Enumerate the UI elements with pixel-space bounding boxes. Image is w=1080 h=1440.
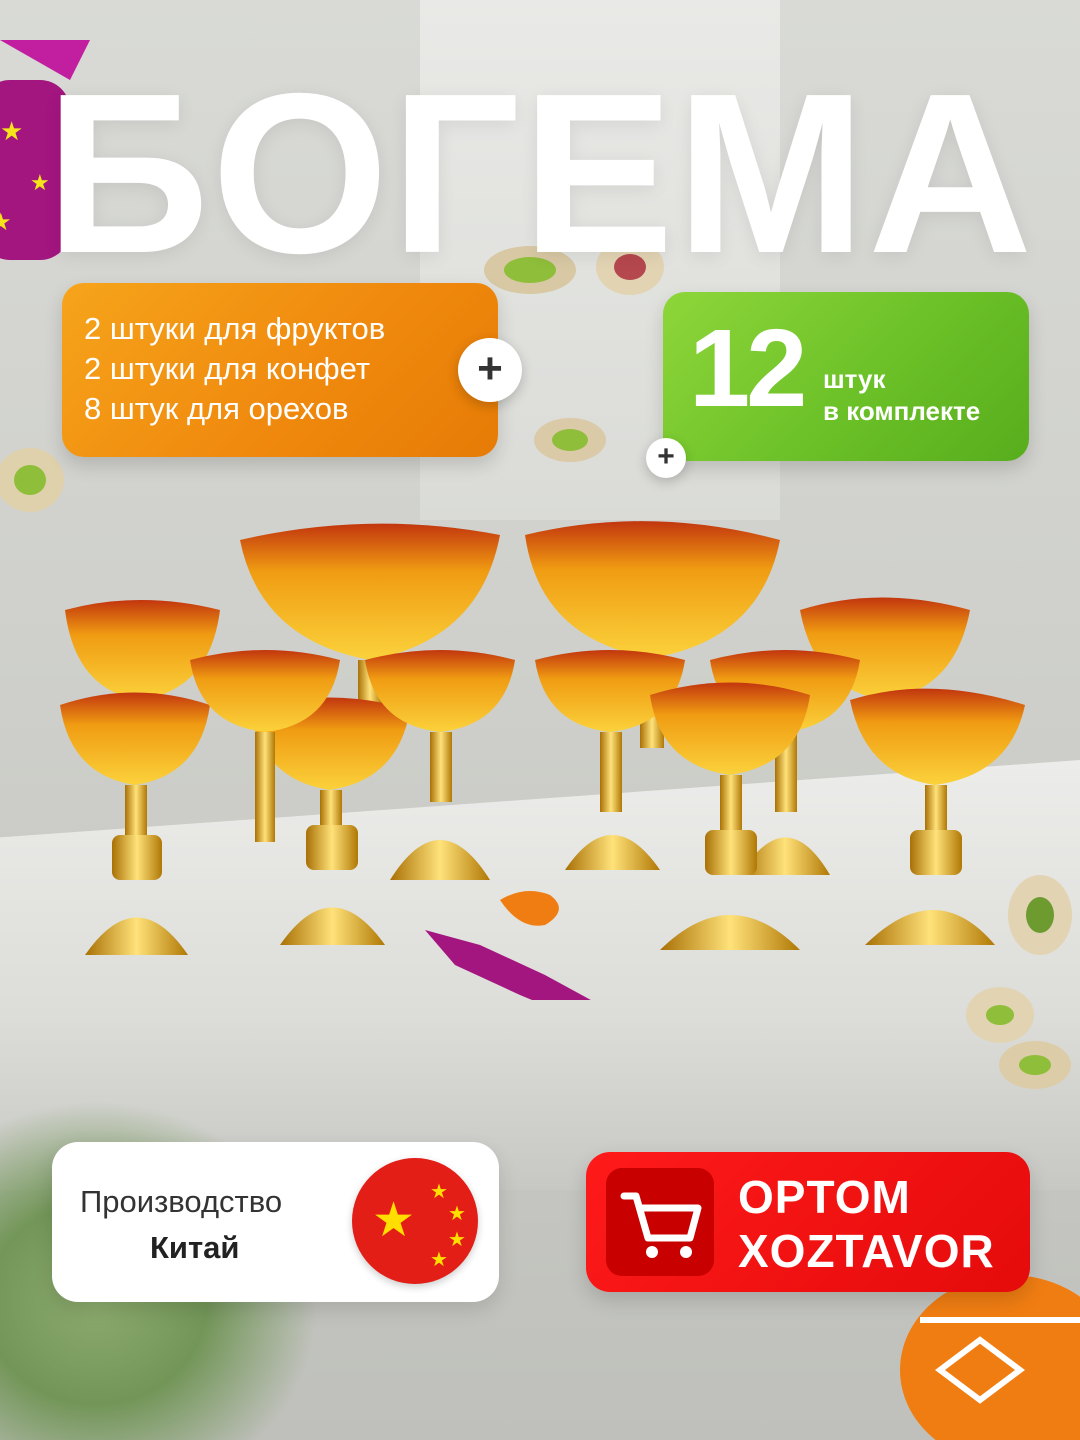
set-count-number: 12 <box>689 307 807 430</box>
contents-line-nuts: 8 штук для орехов <box>84 391 349 426</box>
set-contents-box: 2 штуки для фруктов 2 штуки для конфет 8… <box>62 283 498 457</box>
svg-text:★: ★ <box>448 1229 466 1251</box>
shopping-cart-icon <box>606 1168 714 1276</box>
product-title: БОГЕМА <box>45 47 1035 301</box>
small-bowl <box>850 688 1025 945</box>
small-bowl <box>365 650 515 880</box>
golden-bowl-set-image <box>60 521 1025 1000</box>
candy-orange <box>500 891 559 926</box>
svg-text:★: ★ <box>430 1249 448 1271</box>
seller-badge[interactable]: OPTOM XOZTAVOR <box>586 1152 1030 1292</box>
set-count-box: 12 штук в комплекте <box>663 292 1029 461</box>
pistachio-icon <box>534 418 606 462</box>
svg-text:★: ★ <box>372 1194 415 1247</box>
small-bowl <box>60 692 210 955</box>
contents-line-candies: 2 штуки для конфет <box>84 351 371 386</box>
set-count-unit: штук <box>823 364 886 394</box>
svg-text:★: ★ <box>448 1203 466 1225</box>
seller-name-line2: XOZTAVOR <box>738 1225 995 1277</box>
contents-line-fruits: 2 штуки для фруктов <box>84 311 386 346</box>
candy-purple <box>425 930 591 1000</box>
small-bowl <box>650 682 810 950</box>
set-count-caption: в комплекте <box>823 396 981 426</box>
pistachio-icon <box>999 1041 1071 1089</box>
seller-name-line1: OPTOM <box>738 1171 911 1223</box>
plus-icon-small: + <box>646 438 686 478</box>
origin-label: Производство <box>80 1184 283 1219</box>
small-bowl <box>535 650 685 870</box>
origin-country: Китай <box>150 1230 240 1265</box>
plus-icon: + <box>458 338 522 402</box>
china-flag-icon: ★ ★ ★ ★ ★ <box>352 1158 478 1284</box>
svg-text:★: ★ <box>430 1181 448 1203</box>
